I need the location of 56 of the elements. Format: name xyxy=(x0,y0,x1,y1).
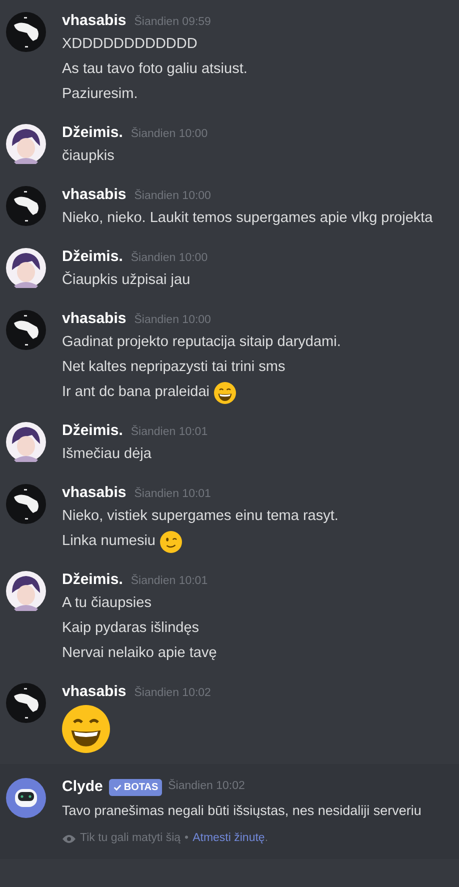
message-text: Ir ant dc bana praleidai xyxy=(62,382,210,402)
eye-icon xyxy=(62,834,76,844)
avatar-icon xyxy=(6,422,46,462)
message-text: XDDDDDDDDDDDD xyxy=(62,34,198,54)
message-text: A tu čiaupsies xyxy=(62,594,152,613)
timestamp: Šiandien 10:02 xyxy=(168,778,245,794)
grinning-face-icon xyxy=(62,705,110,753)
message-text: Paziuresim. xyxy=(62,84,138,104)
author-name[interactable]: vhasabis xyxy=(62,482,126,504)
message-text: Linka numesiu xyxy=(62,532,156,551)
avatar-icon xyxy=(6,310,46,350)
message-text: Kaip pydaras išlindęs xyxy=(62,618,200,638)
author-name[interactable]: vhasabis xyxy=(62,10,126,32)
avatar-icon xyxy=(6,571,46,611)
avatar-icon xyxy=(6,248,46,288)
timestamp: Šiandien 10:01 xyxy=(134,486,211,502)
message-text: Nieko, nieko. Laukit temos supergames apie vlkg projekta xyxy=(62,208,433,228)
message-text: Net kaltes nepripazysti tai trini sms xyxy=(62,358,286,377)
avatar-icon xyxy=(6,683,46,723)
timestamp: Šiandien 09:59 xyxy=(134,14,211,30)
author-name[interactable]: vhasabis xyxy=(62,681,126,704)
message-text: čiaupkis xyxy=(62,146,114,166)
timestamp: Šiandien 10:00 xyxy=(134,188,211,204)
timestamp: Šiandien 10:02 xyxy=(134,685,211,701)
check-icon xyxy=(112,782,122,792)
avatar-icon xyxy=(6,778,46,818)
grinning-face-icon xyxy=(214,382,236,404)
message-text: Tavo pranešimas negali būti išsiųstas, nes nesidaliji serveriu xyxy=(62,802,422,820)
author-name[interactable]: Džeimis. xyxy=(62,420,123,442)
period: . xyxy=(264,832,268,844)
avatar-icon xyxy=(6,12,46,52)
message-text: Čiaupkis užpisai jau xyxy=(62,270,190,290)
dismiss-link[interactable]: Atmesti žinutę xyxy=(192,832,265,844)
winking-face-icon xyxy=(160,530,182,552)
avatar-icon xyxy=(6,484,46,524)
message-text: As tau tavo foto galiu atsiust. xyxy=(62,60,248,79)
message-text: Gadinat projekto reputacija sitaip darydami. xyxy=(62,332,341,352)
author-name[interactable]: vhasabis xyxy=(62,308,126,330)
message-text: Nervai nelaiko apie tavę xyxy=(62,644,217,663)
notice-text: Tik tu gali matyti šią xyxy=(80,831,181,846)
timestamp: Šiandien 10:01 xyxy=(130,573,208,589)
timestamp: Šiandien 10:00 xyxy=(134,312,211,328)
author-name[interactable]: Džeimis. xyxy=(62,246,123,268)
author-name[interactable]: Clyde xyxy=(62,776,103,798)
author-name[interactable]: Džeimis. xyxy=(62,122,123,144)
message-text: Nieko, vistiek supergames einu tema rasyt. xyxy=(62,506,338,526)
badge-label: BOTAS xyxy=(124,780,158,794)
separator-dot: • xyxy=(184,831,189,846)
author-name[interactable]: Džeimis. xyxy=(62,569,123,592)
timestamp: Šiandien 10:01 xyxy=(130,424,208,440)
message-text: Išmečiau dėja xyxy=(62,444,152,464)
avatar-icon xyxy=(6,186,46,226)
timestamp: Šiandien 10:00 xyxy=(130,126,208,142)
author-name[interactable]: vhasabis xyxy=(62,184,126,206)
timestamp: Šiandien 10:00 xyxy=(130,250,208,266)
avatar-icon xyxy=(6,124,46,164)
